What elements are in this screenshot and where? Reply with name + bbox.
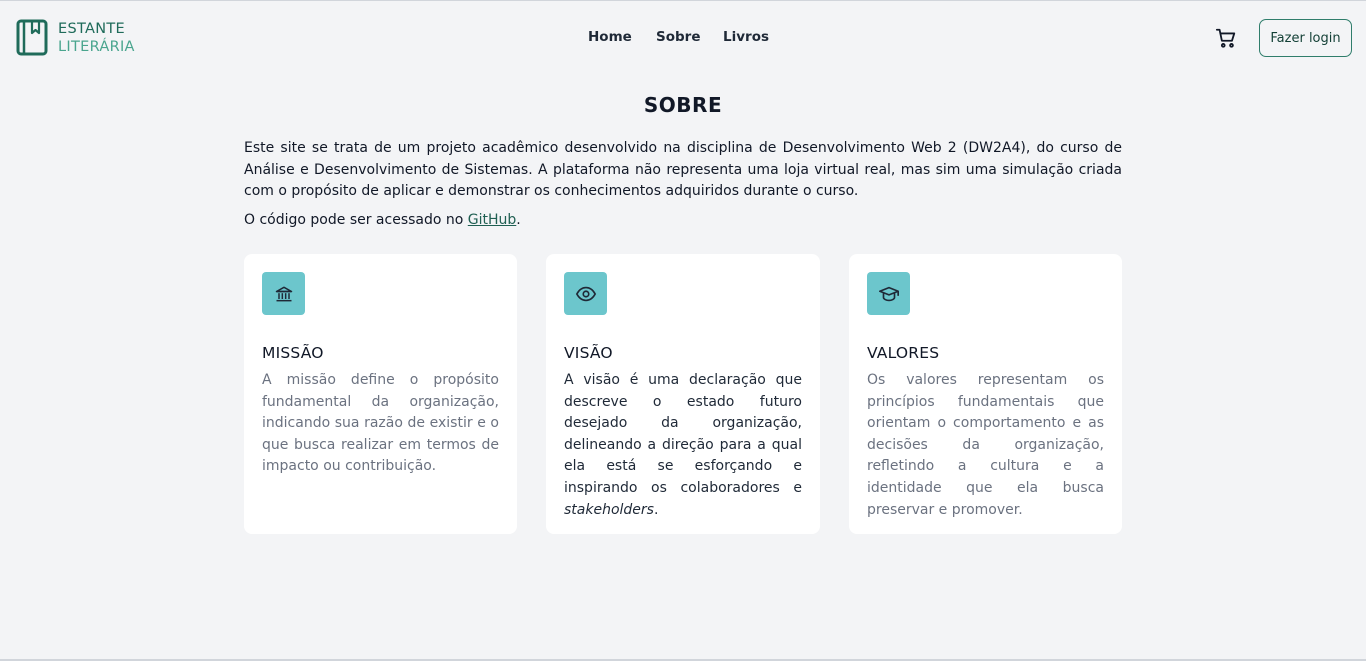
- code-paragraph: O código pode ser acessado no GitHub.: [244, 210, 1122, 232]
- intro-paragraph: Este site se trata de um projeto acadêmi…: [244, 140, 1122, 199]
- nav-sobre[interactable]: Sobre: [656, 29, 723, 45]
- card-title: MISSÃO: [262, 344, 324, 362]
- code-suffix: .: [516, 212, 521, 228]
- logo-text: ESTANTE LITERÁRIA: [58, 20, 135, 56]
- graduation-cap-icon: [878, 286, 899, 301]
- card-text-main: A visão é uma declaração que descreve o …: [564, 372, 802, 496]
- card-valores: VALORES Os valores representam os princí…: [849, 254, 1122, 534]
- logo[interactable]: ESTANTE LITERÁRIA: [16, 19, 135, 56]
- main-nav: Home Sobre Livros: [588, 29, 769, 45]
- github-link[interactable]: GitHub: [468, 212, 517, 228]
- card-text: Os valores representam os princípios fun…: [867, 372, 1104, 518]
- card-visao: VISÃO A visão é uma declaração que descr…: [546, 254, 820, 534]
- header: ESTANTE LITERÁRIA Home Sobre Livros Faze…: [0, 1, 1366, 75]
- institution-icon: [275, 286, 292, 301]
- logo-line2: LITERÁRIA: [58, 38, 135, 55]
- card-text: A visão é uma declaração que descreve o …: [564, 370, 802, 521]
- card-title: VISÃO: [564, 344, 613, 362]
- logo-line1: ESTANTE: [58, 20, 125, 37]
- book-logo-icon: [16, 19, 48, 56]
- card-icon-box: [867, 272, 910, 315]
- eye-icon: [575, 286, 596, 301]
- cart-icon[interactable]: [1215, 27, 1237, 49]
- card-text-end: .: [653, 501, 659, 518]
- nav-home[interactable]: Home: [588, 29, 656, 45]
- nav-livros[interactable]: Livros: [723, 29, 769, 45]
- card-missao: MISSÃO A missão define o propósito funda…: [244, 254, 517, 534]
- card-text: A missão define o propósito fundamental …: [262, 372, 499, 475]
- login-button[interactable]: Fazer login: [1259, 19, 1352, 57]
- code-prefix: O código pode ser acessado no: [244, 212, 468, 228]
- card-icon-box: [262, 272, 305, 315]
- page-title: SOBRE: [643, 93, 723, 117]
- card-title: VALORES: [867, 344, 940, 362]
- card-text-emphasis: stakeholders: [564, 501, 654, 518]
- card-icon-box: [564, 272, 607, 315]
